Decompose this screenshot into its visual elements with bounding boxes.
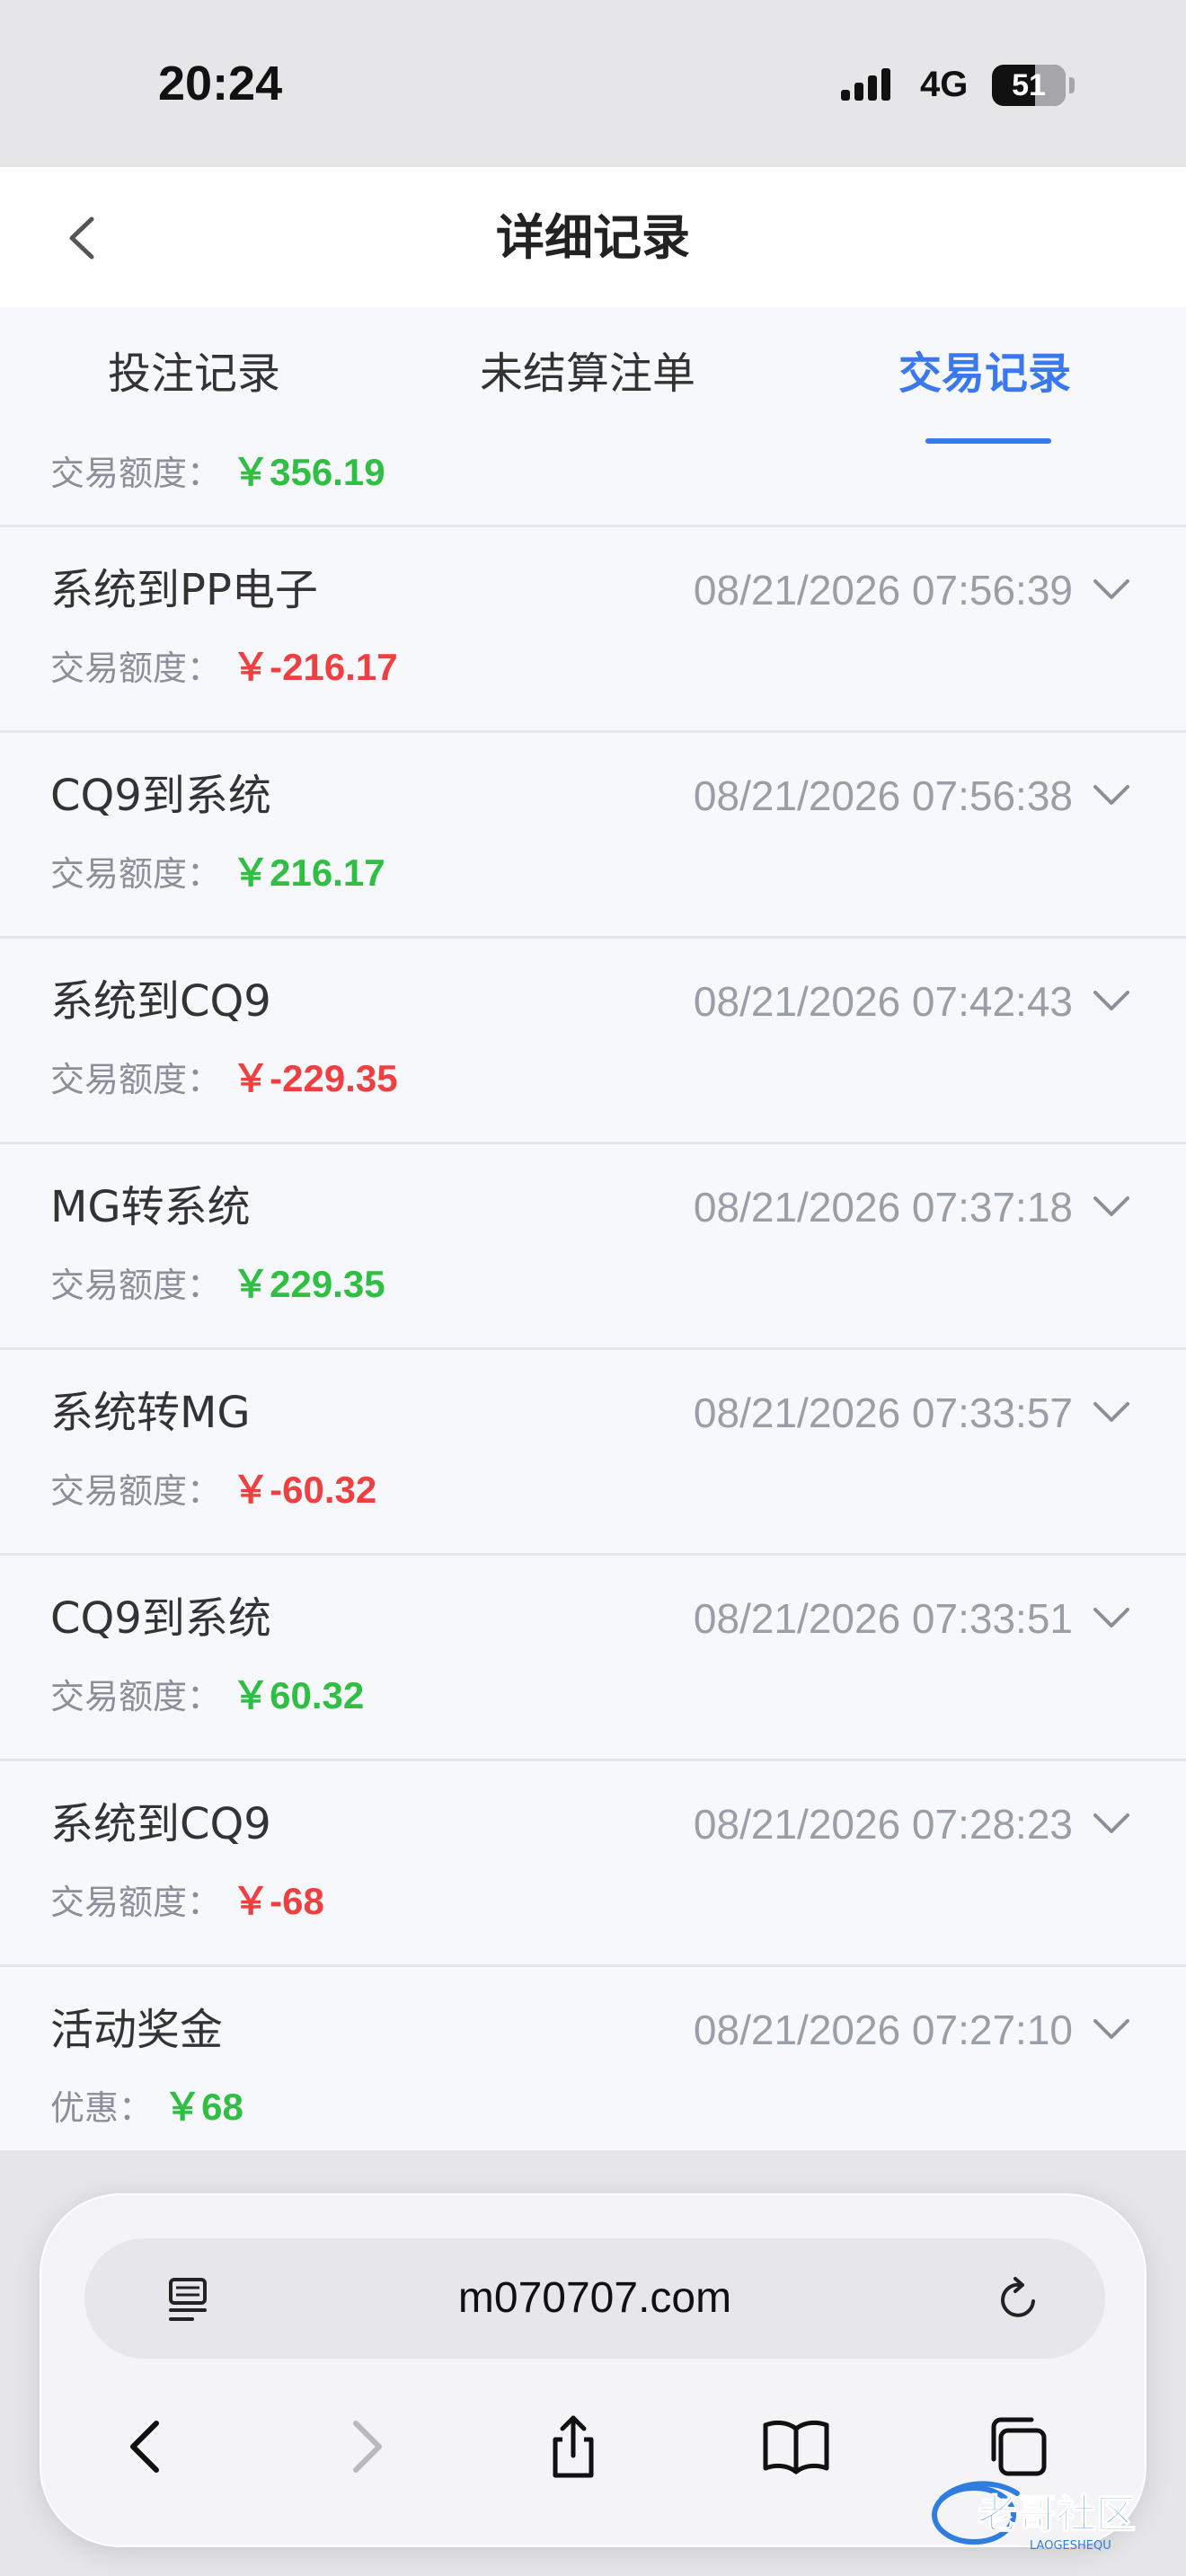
transaction-time: 08/21/2026 07:56:39 (693, 567, 1073, 613)
transaction-title: 活动奖金 (50, 2005, 224, 2055)
amount-line: 交易额度： ￥229.35 (50, 1263, 385, 1307)
amount-label: 优惠： (50, 2088, 154, 2128)
transaction-row[interactable]: 系统到CQ9 08/21/2026 07:42:43 交易额度： ￥-229.3… (0, 939, 1186, 1142)
amount-value: ￥-229.35 (232, 1057, 398, 1099)
amount-line: 交易额度： ￥-216.17 (50, 646, 398, 690)
chevron-down-icon[interactable] (1093, 783, 1130, 807)
network-label: 4G (920, 65, 969, 104)
amount-line: 交易额度： ￥-68 (50, 1880, 324, 1924)
signal-icon (841, 68, 890, 101)
transaction-title: CQ9到系统 (50, 771, 271, 821)
amount-label: 交易额度： (50, 1471, 222, 1511)
records-content: 投注记录 未结算注单 交易记录 交易额度： ￥356.19 系统到PP电子 08… (0, 307, 1186, 2150)
transaction-title: 系统到CQ9 (50, 1799, 271, 1849)
app-header: 详细记录 (0, 167, 1186, 307)
transaction-row[interactable]: 系统到CQ9 08/21/2026 07:28:23 交易额度： ￥-68 (0, 1761, 1186, 1964)
list-item[interactable]: 交易额度： ￥356.19 (0, 442, 1186, 517)
chevron-down-icon[interactable] (1093, 989, 1130, 1012)
status-bar: 20:24 4G 51 (0, 0, 1186, 167)
transaction-title: MG转系统 (50, 1182, 251, 1232)
transaction-time: 08/21/2026 07:56:38 (693, 772, 1073, 819)
amount-label: 交易额度： (50, 648, 222, 688)
amount-line: 交易额度： ￥356.19 (50, 451, 385, 495)
chevron-down-icon[interactable] (1093, 2017, 1130, 2041)
amount-line: 交易额度： ￥60.32 (50, 1674, 364, 1718)
watermark-text: 老哥社区 (978, 2492, 1136, 2537)
amount-value: ￥-60.32 (232, 1469, 377, 1511)
tab-bar: 投注记录 未结算注单 交易记录 (0, 307, 1186, 453)
amount-label: 交易额度： (50, 454, 222, 493)
amount-line: 交易额度： ￥-60.32 (50, 1469, 376, 1513)
amount-label: 交易额度： (50, 1883, 222, 1922)
transaction-time: 08/21/2026 07:33:57 (693, 1389, 1073, 1436)
amount-line: 交易额度： ￥216.17 (50, 851, 385, 895)
watermark-logo: 老哥社区 LAOGESHEQU (932, 2481, 1137, 2553)
transaction-time: 08/21/2026 07:28:23 (693, 1801, 1073, 1848)
tab-unsettled-bets[interactable]: 未结算注单 (480, 347, 695, 401)
transaction-time: 08/21/2026 07:33:51 (693, 1595, 1073, 1642)
chevron-down-icon[interactable] (1093, 1195, 1130, 1218)
amount-value: ￥216.17 (232, 851, 385, 894)
amount-value: ￥356.19 (232, 451, 385, 493)
transaction-row[interactable]: 系统转MG 08/21/2026 07:33:57 交易额度： ￥-60.32 (0, 1350, 1186, 1553)
share-icon[interactable] (537, 2411, 609, 2483)
transaction-row[interactable]: CQ9到系统 08/21/2026 07:56:38 交易额度： ￥216.17 (0, 733, 1186, 936)
amount-value: ￥60.32 (232, 1674, 365, 1716)
transaction-title: CQ9到系统 (50, 1593, 271, 1644)
transaction-row[interactable]: 活动奖金 08/21/2026 07:27:10 优惠： ￥68 (0, 1967, 1186, 2150)
battery-icon: 51 (992, 65, 1066, 106)
status-time: 20:24 (158, 57, 283, 110)
amount-line: 优惠： ￥68 (50, 2086, 243, 2130)
url-text: m070707.com (457, 2274, 732, 2322)
transaction-row[interactable]: MG转系统 08/21/2026 07:37:18 交易额度： ￥229.35 (0, 1144, 1186, 1347)
amount-label: 交易额度： (50, 1060, 222, 1099)
transaction-time: 08/21/2026 07:27:10 (693, 2007, 1073, 2053)
watermark-subtext: LAOGESHEQU (1030, 2539, 1111, 2553)
chevron-down-icon[interactable] (1093, 1606, 1130, 1629)
back-icon[interactable] (111, 2411, 183, 2483)
transaction-row[interactable]: 系统到PP电子 08/21/2026 07:56:39 交易额度： ￥-216.… (0, 527, 1186, 730)
amount-value: ￥229.35 (232, 1263, 385, 1305)
transaction-time: 08/21/2026 07:37:18 (693, 1184, 1073, 1231)
tab-transaction-records[interactable]: 交易记录 (898, 347, 1071, 401)
chevron-down-icon[interactable] (1093, 1400, 1130, 1424)
page-title: 详细记录 (496, 209, 690, 266)
amount-value: ￥-68 (232, 1880, 324, 1922)
transaction-time: 08/21/2026 07:42:43 (693, 978, 1073, 1025)
amount-value: ￥-216.17 (232, 646, 398, 688)
amount-line: 交易额度： ￥-229.35 (50, 1057, 398, 1101)
transaction-title: 系统到PP电子 (50, 565, 318, 615)
chevron-down-icon[interactable] (1093, 578, 1130, 601)
address-bar[interactable]: m070707.com (84, 2238, 1105, 2359)
reload-icon[interactable] (994, 2274, 1044, 2325)
bookmarks-icon[interactable] (760, 2411, 832, 2483)
amount-label: 交易额度： (50, 854, 222, 894)
amount-label: 交易额度： (50, 1677, 222, 1716)
transaction-title: 系统到CQ9 (50, 976, 271, 1027)
transaction-row[interactable]: CQ9到系统 08/21/2026 07:33:51 交易额度： ￥60.32 (0, 1556, 1186, 1759)
forward-icon[interactable] (329, 2411, 401, 2483)
transaction-title: 系统转MG (50, 1388, 251, 1438)
chevron-down-icon[interactable] (1093, 1812, 1130, 1835)
battery-level: 51 (1012, 68, 1046, 102)
amount-value: ￥68 (164, 2086, 243, 2128)
amount-label: 交易额度： (50, 1266, 222, 1305)
tab-bet-records[interactable]: 投注记录 (108, 347, 280, 401)
